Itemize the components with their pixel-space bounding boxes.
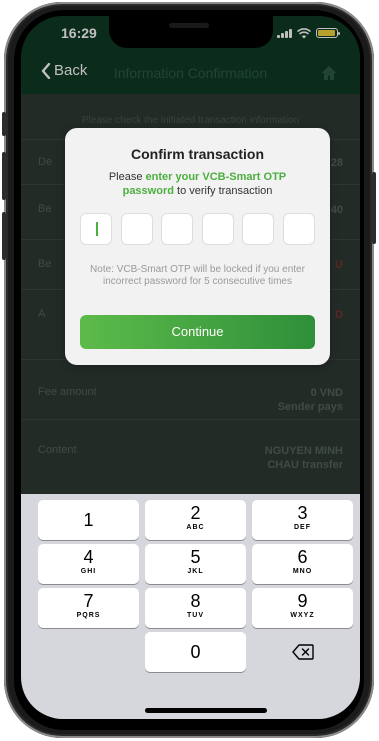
key-number: 4 — [83, 547, 94, 567]
otp-digit-6[interactable] — [282, 213, 315, 245]
otp-digit-2[interactable] — [120, 213, 153, 245]
confirm-modal: Confirm transaction Please enter your VC… — [65, 128, 330, 365]
key-7[interactable]: 7 PQRS — [38, 588, 139, 628]
key-1[interactable]: 1 — [38, 500, 139, 540]
delete-key[interactable] — [252, 632, 353, 672]
msg-prefix: Please — [108, 171, 146, 183]
modal-title: Confirm transaction — [130, 146, 264, 162]
key-3[interactable]: 3 DEF — [252, 500, 353, 540]
mute-switch — [2, 112, 6, 136]
volume-down-button — [2, 212, 6, 260]
key-5[interactable]: 5 JKL — [145, 544, 246, 584]
msg-suffix: to verify transaction — [173, 185, 273, 197]
key-0[interactable]: 0 — [145, 632, 246, 672]
key-number: 2 — [190, 503, 201, 523]
key-letters: PQRS — [76, 612, 101, 619]
otp-digit-3[interactable] — [161, 213, 194, 245]
key-number: 3 — [297, 503, 308, 523]
key-letters: JKL — [187, 568, 204, 575]
key-8[interactable]: 8 TUV — [145, 588, 246, 628]
key-letters: GHI — [80, 568, 97, 575]
key-number: 6 — [297, 547, 308, 567]
key-4[interactable]: 4 GHI — [38, 544, 139, 584]
key-6[interactable]: 6 MNO — [252, 544, 353, 584]
numeric-keypad: 1 2 ABC 3 DEF 4 GHI 5 JKL 6 MNO 7 PQRS 8… — [21, 494, 360, 719]
key-number: 9 — [297, 591, 308, 611]
volume-up-button — [2, 152, 6, 200]
home-indicator[interactable] — [145, 708, 267, 713]
lock-note: Note: VCB-Smart OTP will be locked if yo… — [90, 264, 305, 287]
otp-digit-1[interactable] — [80, 213, 112, 245]
key-letters: ABC — [186, 524, 205, 531]
screen: 16:29 Back Information Confirmation Plea… — [21, 16, 360, 719]
otp-input[interactable] — [80, 213, 315, 245]
backspace-icon — [291, 644, 314, 660]
continue-button[interactable]: Continue — [80, 315, 315, 349]
otp-digit-5[interactable] — [242, 213, 275, 245]
key-letters: MNO — [292, 568, 313, 575]
key-number: 8 — [190, 591, 201, 611]
key-2[interactable]: 2 ABC — [145, 500, 246, 540]
key-number: 1 — [83, 510, 94, 530]
key-number: 7 — [83, 591, 94, 611]
otp-digit-4[interactable] — [201, 213, 234, 245]
key-9[interactable]: 9 WXYZ — [252, 588, 353, 628]
key-number: 5 — [190, 547, 201, 567]
power-button — [372, 172, 376, 244]
key-number: 0 — [190, 642, 201, 662]
modal-message: Please enter your VCB-Smart OTP password… — [93, 170, 302, 198]
key-letters: DEF — [294, 524, 311, 531]
key-letters: TUV — [187, 612, 204, 619]
key-letters: WXYZ — [290, 612, 315, 619]
